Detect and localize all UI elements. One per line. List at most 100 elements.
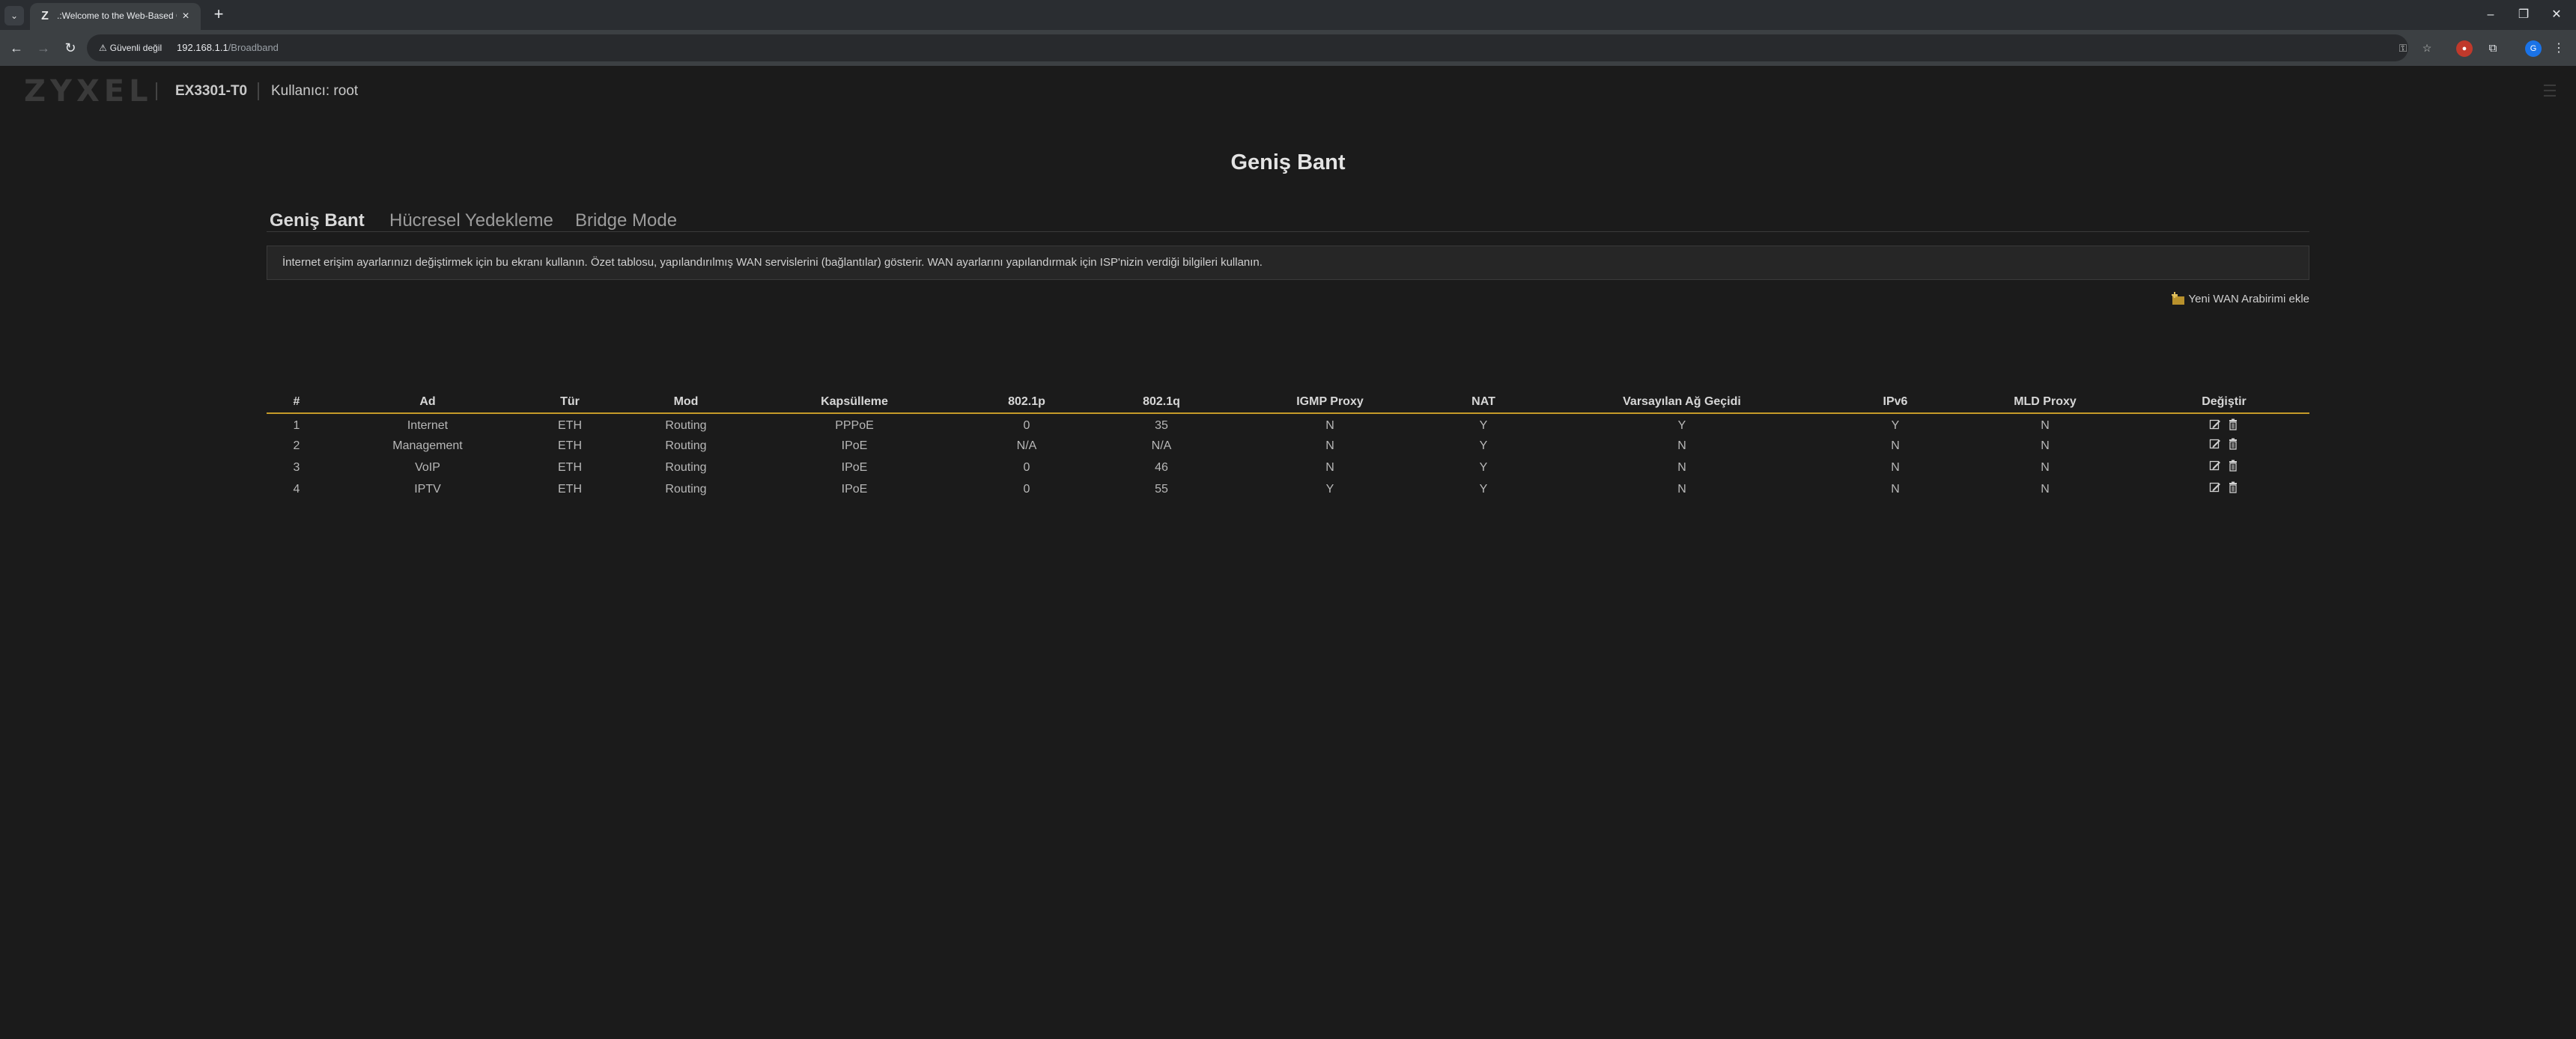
- row-igmp-proxy-cell: N: [1325, 419, 1334, 432]
- row-actions-cell: [2139, 457, 2309, 478]
- row-mode-cell: Routing: [665, 439, 707, 452]
- extension-icon[interactable]: ●: [2456, 40, 2473, 57]
- hamburger-menu-icon[interactable]: ☰: [2539, 82, 2561, 100]
- row-default-gateway-cell: N: [1677, 439, 1686, 452]
- tab-bridge-mode[interactable]: Bridge Mode: [575, 211, 677, 231]
- tab-search-button[interactable]: ⌄: [4, 6, 24, 25]
- row-8021p-cell: 0: [1023, 419, 1030, 432]
- back-icon[interactable]: ←: [6, 37, 27, 58]
- edit-icon[interactable]: [2209, 438, 2221, 450]
- row-8021p-cell: N/A: [1016, 439, 1037, 452]
- row-name-cell: IPTV: [414, 482, 441, 496]
- row-igmp-proxy-cell: Y: [1325, 482, 1334, 496]
- new-tab-button[interactable]: +: [210, 6, 228, 24]
- row-ipv6-cell: Y: [1891, 419, 1900, 432]
- col-header-index: #: [267, 391, 326, 414]
- col-header-default-gateway: Varsayılan Ağ Geçidi: [1525, 391, 1839, 414]
- row-name-cell: Internet: [407, 419, 449, 432]
- security-chip[interactable]: ⚠ Güvenli değil: [94, 39, 169, 57]
- security-label: Güvenli değil: [109, 43, 162, 53]
- row-ipv6-cell: N: [1891, 439, 1900, 452]
- row-nat-cell: Y: [1479, 460, 1488, 474]
- row-igmp-proxy-cell: N: [1325, 460, 1334, 474]
- table-row: 1 Internet ETH Routing PPPoE 0 35 N Y Y Y N: [267, 413, 2309, 435]
- row-type-cell: ETH: [558, 460, 582, 474]
- row-8021p-cell: 0: [1023, 460, 1030, 474]
- browser-tab[interactable]: Z .:Welcome to the Web-Based C ×: [30, 3, 201, 30]
- restore-icon[interactable]: ❐: [2513, 4, 2534, 25]
- profile-avatar[interactable]: G: [2525, 40, 2542, 57]
- row-default-gateway-cell: N: [1677, 460, 1686, 474]
- window-close-icon[interactable]: ✕: [2546, 4, 2567, 25]
- row-encapsulation-cell: IPoE: [841, 439, 868, 452]
- tab-hucresel-yedekleme[interactable]: Hücresel Yedekleme: [389, 211, 553, 231]
- row-type-cell: ETH: [558, 482, 582, 496]
- row-encapsulation-cell: PPPoE: [835, 419, 874, 432]
- row-mld-proxy-cell: N: [2041, 460, 2050, 474]
- delete-trash-icon[interactable]: [2227, 418, 2239, 430]
- url-path: /Broadband: [228, 42, 279, 53]
- user-label: Kullanıcı: root: [271, 83, 359, 99]
- edit-icon[interactable]: [2209, 418, 2221, 430]
- tab-title: .:Welcome to the Web-Based C: [57, 10, 177, 21]
- zyxel-logo: ZYXEL: [24, 74, 153, 109]
- reload-icon[interactable]: ↻: [60, 37, 81, 58]
- browser-toolbar: ← → ↻ ⚠ Güvenli değil 192.168.1.1/Broadba…: [0, 30, 2576, 66]
- bookmark-star-icon[interactable]: ☆: [2419, 40, 2435, 56]
- password-key-icon[interactable]: ⚿: [2395, 40, 2411, 56]
- row-index-cell: 1: [293, 419, 300, 432]
- info-message: İnternet erişim ayarlarınızı değiştirmek…: [267, 246, 2309, 280]
- header-divider: [156, 82, 157, 100]
- router-page: ZYXEL EX3301-T0 Kullanıcı: root ☰ Geniş …: [0, 66, 2576, 1039]
- page-title: Geniş Bant: [1230, 150, 1346, 174]
- col-header-mld-proxy: MLD Proxy: [1951, 391, 2139, 414]
- delete-trash-icon[interactable]: [2227, 460, 2239, 472]
- address-bar[interactable]: ⚠ Güvenli değil 192.168.1.1/Broadband ⚿ ☆: [87, 34, 2431, 61]
- row-nat-cell: Y: [1479, 482, 1488, 496]
- col-header-mode: Mod: [611, 391, 761, 414]
- tab-close-icon[interactable]: ×: [178, 9, 193, 24]
- url-text[interactable]: 192.168.1.1/Broadband: [177, 41, 279, 55]
- col-header-8021q: 802.1q: [1105, 391, 1218, 414]
- tab-genis-bant[interactable]: Geniş Bant: [270, 211, 366, 234]
- wan-table: # Ad Tür Mod Kapsülleme 802.1p 802.1q IG…: [267, 391, 2309, 500]
- edit-icon[interactable]: [2209, 460, 2221, 472]
- row-mld-proxy-cell: N: [2041, 482, 2050, 496]
- row-actions-cell: [2139, 478, 2309, 500]
- col-header-encapsulation: Kapsülleme: [761, 391, 948, 414]
- row-encapsulation-cell: IPoE: [841, 460, 868, 474]
- row-index-cell: 4: [293, 482, 300, 496]
- col-header-8021p: 802.1p: [948, 391, 1105, 414]
- add-wan-interface-button[interactable]: Yeni WAN Arabirimi ekle: [2171, 290, 2309, 308]
- extensions-puzzle-icon[interactable]: ⧉: [2485, 40, 2501, 57]
- table-row: 3 VoIP ETH Routing IPoE 0 46 N Y N N N: [267, 457, 2309, 478]
- delete-trash-icon[interactable]: [2227, 481, 2239, 493]
- row-mode-cell: Routing: [665, 482, 707, 496]
- row-nat-cell: Y: [1479, 439, 1488, 452]
- table-row: 2 Management ETH Routing IPoE N/A N/A N Y N N N: [267, 435, 2309, 457]
- browser-menu-icon[interactable]: ⋮: [2551, 40, 2567, 57]
- row-8021q-cell: N/A: [1151, 439, 1172, 452]
- delete-trash-icon[interactable]: [2227, 438, 2239, 450]
- row-ipv6-cell: N: [1891, 482, 1900, 496]
- row-actions-cell: [2139, 435, 2309, 457]
- row-actions-cell: [2139, 413, 2309, 435]
- row-8021p-cell: 0: [1023, 482, 1030, 496]
- page-tabs: Geniş Bant Hücresel Yedekleme Bridge Mod…: [267, 210, 2309, 234]
- row-ipv6-cell: N: [1891, 460, 1900, 474]
- row-8021q-cell: 35: [1155, 419, 1168, 432]
- header-divider: [258, 82, 259, 100]
- device-model: EX3301-T0: [175, 83, 248, 99]
- edit-icon[interactable]: [2209, 481, 2221, 493]
- table-header-row: # Ad Tür Mod Kapsülleme 802.1p 802.1q IG…: [267, 391, 2309, 414]
- row-encapsulation-cell: IPoE: [841, 482, 868, 496]
- table-row: 4 IPTV ETH Routing IPoE 0 55 Y Y N N N: [267, 478, 2309, 500]
- row-type-cell: ETH: [558, 419, 582, 432]
- col-header-type: Tür: [529, 391, 611, 414]
- add-folder-icon: [2171, 292, 2184, 305]
- forward-icon[interactable]: →: [33, 37, 54, 58]
- col-header-name: Ad: [326, 391, 529, 414]
- minimize-icon[interactable]: –: [2480, 4, 2501, 25]
- row-name-cell: Management: [392, 439, 463, 452]
- row-mld-proxy-cell: N: [2041, 419, 2050, 432]
